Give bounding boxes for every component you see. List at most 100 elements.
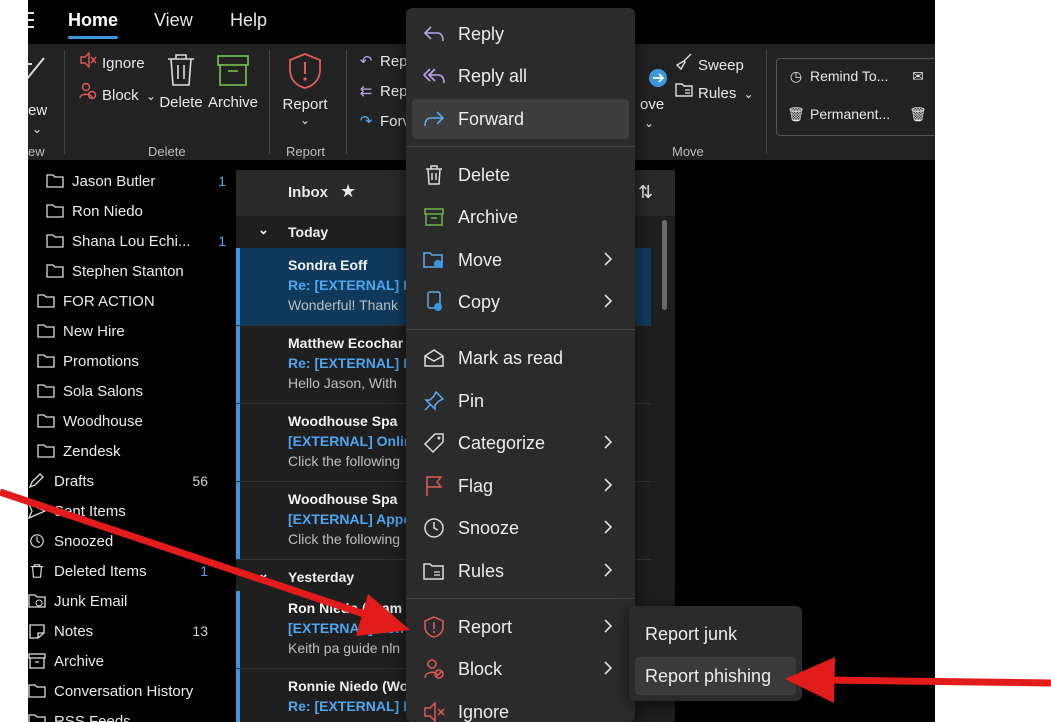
block-button[interactable]: Block ⌄ bbox=[78, 82, 156, 104]
folder-item[interactable]: Jason Butler 1 bbox=[46, 166, 246, 196]
reply-all-button[interactable]: ⇇ Repl bbox=[356, 82, 411, 100]
new-mail-button[interactable]: ew ⌄ bbox=[28, 50, 48, 140]
group-label-new: ew bbox=[28, 144, 45, 159]
sort-icon[interactable]: ⇅ bbox=[638, 182, 653, 203]
folder-item-archive[interactable]: Archive bbox=[28, 646, 228, 676]
archive-box-icon bbox=[217, 55, 249, 86]
ignore-icon bbox=[78, 51, 98, 72]
folder-item-notes[interactable]: Notes 13 bbox=[28, 616, 228, 646]
shield-warning-icon bbox=[289, 53, 321, 89]
move-button[interactable]: ove ⌄ bbox=[634, 62, 674, 142]
group-label-move: Move bbox=[672, 144, 704, 159]
menu-item-copy[interactable]: Copy bbox=[412, 282, 629, 322]
scrollbar[interactable] bbox=[662, 220, 667, 310]
message-sender: Woodhouse Spa bbox=[288, 491, 398, 507]
archive-button[interactable]: Archive bbox=[206, 52, 260, 111]
folder-item[interactable]: New Hire bbox=[37, 316, 237, 346]
menu-item-rules[interactable]: Rules bbox=[412, 551, 629, 591]
menu-item-mark-as-read[interactable]: Mark as read bbox=[412, 338, 629, 378]
folder-item[interactable]: Zendesk bbox=[37, 436, 237, 466]
item-count: 56 bbox=[192, 473, 208, 489]
remind-to-quickstep[interactable]: ◷ Remind To... bbox=[786, 68, 888, 85]
menu-item-report-junk[interactable]: Report junk bbox=[635, 615, 796, 653]
folder-item[interactable]: Stephen Stanton bbox=[46, 256, 246, 286]
folder-item[interactable]: Conversation History bbox=[28, 676, 228, 706]
menu-item-label: Copy bbox=[458, 291, 501, 312]
rules-button[interactable]: Rules ⌄ bbox=[674, 82, 754, 102]
menu-item-reply[interactable]: Reply bbox=[412, 14, 629, 54]
folder-label: RSS Feeds bbox=[54, 712, 131, 722]
folder-icon bbox=[37, 384, 55, 398]
folder-item-deleted[interactable]: Deleted Items 1 bbox=[28, 556, 228, 586]
forward-icon bbox=[422, 108, 446, 130]
rules-icon bbox=[422, 560, 446, 582]
delete-button[interactable]: Delete bbox=[158, 52, 204, 111]
forward-button[interactable]: ↷ Forv bbox=[356, 112, 410, 130]
menu-item-move[interactable]: Move bbox=[412, 240, 629, 280]
archive-label: Archive bbox=[207, 94, 259, 111]
menu-item-label: Report junk bbox=[645, 623, 738, 644]
folder-item-sent[interactable]: Sent Items bbox=[28, 496, 228, 526]
unread-indicator bbox=[236, 482, 240, 559]
menu-item-report[interactable]: Report bbox=[412, 607, 629, 647]
mail-quickstep[interactable]: ✉ bbox=[908, 68, 932, 85]
archive-box-icon bbox=[422, 206, 446, 228]
folder-item[interactable]: FOR ACTION bbox=[37, 286, 237, 316]
clock-icon bbox=[422, 517, 446, 539]
message-subject: [EXTERNAL] Appo bbox=[288, 511, 412, 527]
sweep-button[interactable]: Sweep bbox=[674, 52, 744, 74]
folder-label: Conversation History bbox=[54, 682, 194, 700]
folder-item[interactable]: Sola Salons bbox=[37, 376, 237, 406]
star-icon[interactable]: ★ bbox=[340, 181, 356, 202]
ribbon-divider bbox=[269, 50, 270, 154]
tab-home[interactable]: Home bbox=[68, 10, 119, 39]
menu-item-delete[interactable]: Delete bbox=[412, 155, 629, 195]
report-button[interactable]: Report ⌄ bbox=[280, 52, 330, 127]
menu-item-report-phishing[interactable]: Report phishing bbox=[635, 657, 796, 695]
folder-item[interactable]: RSS Feeds bbox=[28, 706, 228, 722]
folder-item[interactable]: Shana Lou Echi... 1 bbox=[46, 226, 246, 256]
block-label: Block bbox=[102, 87, 139, 104]
menu-item-label: Block bbox=[458, 658, 503, 679]
reply-icon bbox=[422, 23, 446, 45]
trash-quickstep[interactable]: 🗑 bbox=[908, 106, 932, 123]
menu-item-label: Snooze bbox=[458, 517, 520, 538]
delete-label: Delete bbox=[159, 94, 203, 111]
menu-divider bbox=[406, 146, 635, 147]
menu-item-categorize[interactable]: Categorize bbox=[412, 423, 629, 463]
menu-item-archive[interactable]: Archive bbox=[412, 197, 629, 237]
menu-item-forward[interactable]: Forward bbox=[412, 99, 629, 139]
permanent-delete-quickstep[interactable]: 🗑 Permanent... bbox=[786, 106, 890, 123]
message-subject: Re: [EXTERNAL] F bbox=[288, 698, 412, 714]
pin-icon bbox=[422, 390, 446, 412]
folder-item[interactable]: Promotions bbox=[37, 346, 237, 376]
folder-item[interactable]: Ron Niedo bbox=[46, 196, 246, 226]
reply-button[interactable]: ↶ Repl bbox=[356, 52, 411, 70]
menu-item-reply-all[interactable]: Reply all bbox=[412, 56, 629, 96]
message-sender: Ronnie Niedo (Wo bbox=[288, 678, 409, 694]
menu-item-pin[interactable]: Pin bbox=[412, 381, 629, 421]
folder-item-junk[interactable]: Junk Email bbox=[28, 586, 228, 616]
archive-box-icon bbox=[28, 653, 46, 669]
folder-item-drafts[interactable]: Drafts 56 bbox=[28, 466, 228, 496]
rules-icon bbox=[674, 82, 694, 102]
folder-label: Deleted Items bbox=[54, 562, 147, 580]
menu-item-ignore[interactable]: Ignore bbox=[412, 692, 629, 722]
folder-label: Sent Items bbox=[54, 502, 126, 520]
ignore-button[interactable]: Ignore bbox=[78, 51, 145, 72]
tab-view[interactable]: View bbox=[154, 10, 193, 31]
block-user-icon bbox=[422, 658, 446, 680]
menu-item-block[interactable]: Block bbox=[412, 649, 629, 689]
folder-item[interactable]: Woodhouse bbox=[37, 406, 237, 436]
menu-item-label: Rules bbox=[458, 560, 505, 581]
tab-help[interactable]: Help bbox=[230, 10, 267, 31]
message-preview: Hello Jason, With bbox=[288, 375, 397, 391]
folder-item-snoozed[interactable]: Snoozed bbox=[28, 526, 228, 556]
menu-item-snooze[interactable]: Snooze bbox=[412, 508, 629, 548]
message-sender: Matthew Ecochar bbox=[288, 335, 404, 351]
hamburger-icon[interactable] bbox=[28, 12, 34, 28]
unread-indicator bbox=[236, 326, 240, 403]
menu-item-flag[interactable]: Flag bbox=[412, 466, 629, 506]
chevron-right-icon bbox=[603, 251, 613, 272]
message-preview: Wonderful! Thank bbox=[288, 297, 398, 313]
